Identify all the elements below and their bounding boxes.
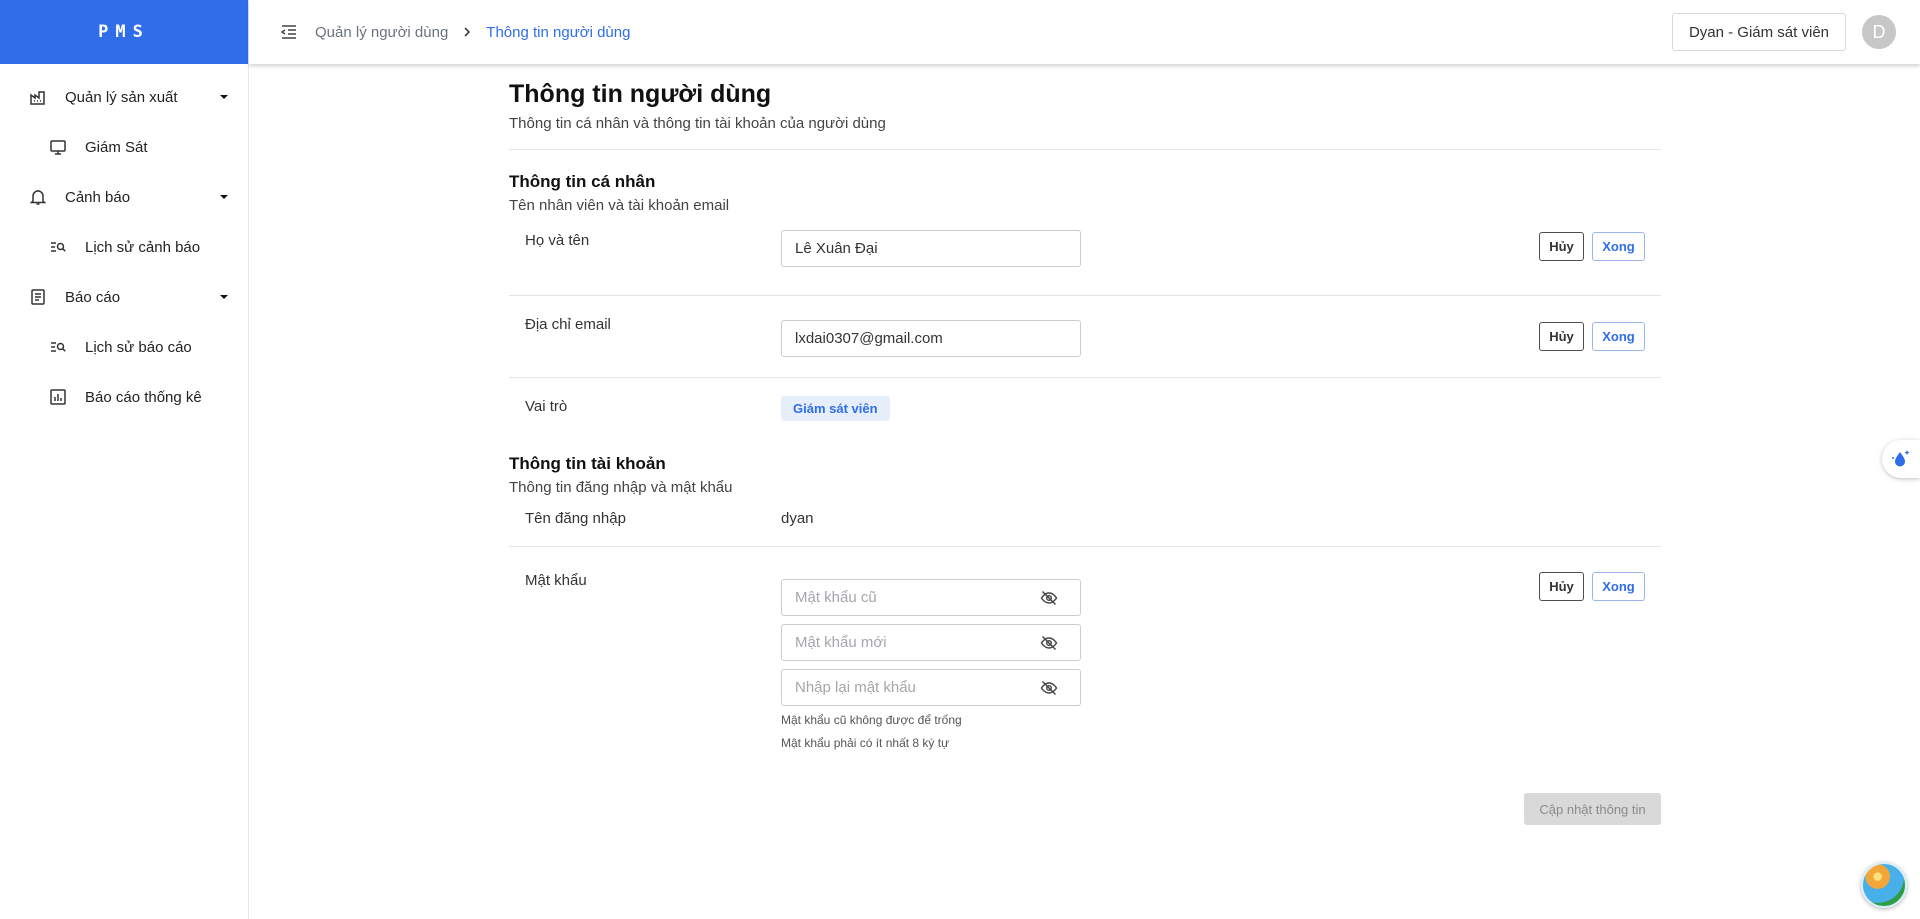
- list-search-icon: [48, 337, 68, 357]
- page-title: Thông tin người dùng: [509, 80, 772, 108]
- monitor-icon: [48, 137, 68, 157]
- section-title-personal: Thông tin cá nhân: [509, 172, 656, 191]
- section-subtitle-personal: Tên nhân viên và tài khoản email: [509, 197, 730, 214]
- sidebar-item-label: Giám Sát: [85, 138, 148, 156]
- email-cancel-button[interactable]: Hủy: [1539, 322, 1584, 351]
- assistant-globe-icon[interactable]: [1861, 862, 1907, 908]
- sidebar-group-label: Quản lý sản xuất: [65, 88, 178, 106]
- page-subtitle: Thông tin cá nhân và thông tin tài khoản…: [509, 115, 886, 132]
- eye-off-icon[interactable]: [1040, 634, 1058, 652]
- factory-icon: [28, 87, 48, 107]
- sidebar-item-alert-history[interactable]: Lịch sử cảnh báo: [0, 222, 248, 272]
- full-name-label: Họ và tên: [525, 232, 590, 249]
- confirm-password-placeholder: Nhập lại mật khẩu: [795, 679, 916, 696]
- avatar[interactable]: D: [1862, 15, 1896, 49]
- password-cancel-button[interactable]: Hủy: [1539, 572, 1584, 601]
- email-row: Địa chỉ email lxdai0307@gmail.com Hủy Xo…: [509, 296, 1661, 377]
- app-logo[interactable]: PMS: [0, 0, 248, 64]
- caret-down-icon: [218, 191, 230, 203]
- droplet-sparkle-icon[interactable]: [1882, 440, 1920, 478]
- username-value: dyan: [781, 510, 814, 527]
- old-password-input[interactable]: Mật khẩu cũ: [781, 579, 1081, 616]
- sidebar-item-monitoring[interactable]: Giám Sát: [0, 122, 248, 172]
- email-value: lxdai0307@gmail.com: [795, 330, 943, 347]
- sidebar-group-reports[interactable]: Báo cáo: [0, 272, 248, 322]
- sidebar-group-production[interactable]: Quản lý sản xuất: [0, 72, 248, 122]
- email-label: Địa chỉ email: [525, 316, 611, 333]
- sidebar-item-label: Lịch sử báo cáo: [85, 338, 192, 356]
- list-search-icon: [48, 237, 68, 257]
- name-done-button[interactable]: Xong: [1592, 232, 1645, 261]
- email-done-button[interactable]: Xong: [1592, 322, 1645, 351]
- password-length-hint: Mật khẩu phải có ít nhất 8 ký tự: [781, 736, 950, 750]
- breadcrumb-user-management[interactable]: Quản lý người dùng: [315, 24, 448, 41]
- sidebar-item-label: Báo cáo thống kê: [85, 388, 202, 406]
- sidebar-group-label: Cảnh báo: [65, 188, 131, 206]
- full-name-row: Họ và tên Lê Xuân Đại Hủy Xong: [509, 214, 1661, 295]
- full-name-value: Lê Xuân Đại: [795, 240, 878, 257]
- role-badge: Giám sát viên: [781, 396, 890, 421]
- sidebar: PMS Quản lý sản xuất Giám Sát Cảnh báo L…: [0, 0, 249, 919]
- bar-chart-icon: [48, 387, 68, 407]
- breadcrumb-user-info: Thông tin người dùng: [486, 23, 631, 41]
- username-label: Tên đăng nhập: [525, 510, 626, 527]
- sidebar-group-label: Báo cáo: [65, 288, 121, 306]
- sidebar-item-report-history[interactable]: Lịch sử báo cáo: [0, 322, 248, 372]
- password-row: Mật khẩu Mật khẩu cũ Mật khẩu mới Nhập l…: [509, 547, 1661, 825]
- confirm-password-input[interactable]: Nhập lại mật khẩu: [781, 669, 1081, 706]
- password-label: Mật khẩu: [525, 572, 587, 589]
- collapse-menu-icon[interactable]: [279, 22, 299, 42]
- update-info-button[interactable]: Cập nhật thông tin: [1524, 793, 1661, 825]
- role-row: Vai trò Giám sát viên: [509, 378, 1661, 454]
- old-password-placeholder: Mật khẩu cũ: [795, 589, 877, 606]
- top-header: Quản lý người dùng Thông tin người dùng …: [249, 0, 1920, 64]
- email-input[interactable]: lxdai0307@gmail.com: [781, 320, 1081, 357]
- document-icon: [28, 287, 48, 307]
- name-cancel-button[interactable]: Hủy: [1539, 232, 1584, 261]
- new-password-placeholder: Mật khẩu mới: [795, 634, 887, 651]
- chevron-right-icon: [462, 26, 472, 38]
- username-row: Tên đăng nhập dyan: [509, 496, 1661, 546]
- caret-down-icon: [218, 291, 230, 303]
- sidebar-group-alerts[interactable]: Cảnh báo: [0, 172, 248, 222]
- sidebar-item-label: Lịch sử cảnh báo: [85, 238, 201, 256]
- user-role-button[interactable]: Dyan - Giám sát viên: [1671, 13, 1846, 51]
- sidebar-item-statistics-report[interactable]: Báo cáo thống kê: [0, 372, 248, 422]
- eye-off-icon[interactable]: [1040, 679, 1058, 697]
- eye-off-icon[interactable]: [1040, 589, 1058, 607]
- old-password-hint: Mật khẩu cũ không được để trống: [781, 713, 962, 727]
- bell-icon: [28, 187, 48, 207]
- main-content: Thông tin người dùng Thông tin cá nhân v…: [509, 64, 1661, 825]
- full-name-input[interactable]: Lê Xuân Đại: [781, 230, 1081, 267]
- password-done-button[interactable]: Xong: [1592, 572, 1645, 601]
- role-label: Vai trò: [525, 398, 568, 415]
- new-password-input[interactable]: Mật khẩu mới: [781, 624, 1081, 661]
- section-subtitle-account: Thông tin đăng nhập và mật khẩu: [509, 479, 733, 496]
- section-title-account: Thông tin tài khoản: [509, 454, 666, 473]
- caret-down-icon: [218, 91, 230, 103]
